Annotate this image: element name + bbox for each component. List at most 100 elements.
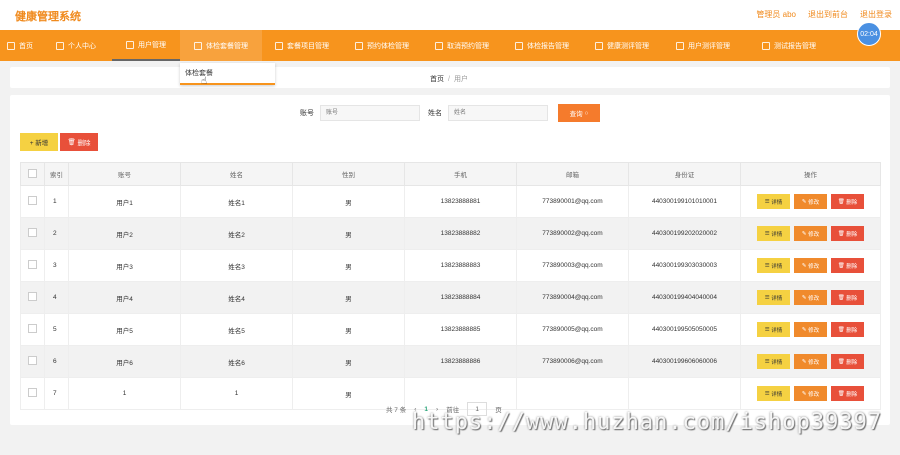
cell-phone: 13823888883 (404, 249, 517, 282)
account-label: 账号 (300, 110, 314, 117)
pencil-icon: ✎ (801, 230, 807, 237)
row-checkbox[interactable] (28, 228, 37, 237)
nav-home[interactable]: 首页 (0, 30, 40, 61)
edit-button[interactable]: ✎ 修改 (794, 354, 827, 369)
row-checkbox[interactable] (28, 324, 37, 333)
nav-report-manage[interactable]: 体检报告管理 (502, 30, 582, 61)
table-row: 5 用户5 姓名5 男 13823888885 773890005@qq.com… (20, 313, 881, 346)
cell-email: 773890001@qq.com (516, 185, 629, 218)
cell-phone: 13823888884 (404, 281, 517, 314)
detail-icon: ☰ (764, 294, 770, 301)
cell-email: 773890006@qq.com (516, 345, 629, 378)
edit-button[interactable]: ✎ 修改 (794, 258, 827, 273)
detail-button[interactable]: ☰ 详情 (757, 354, 790, 369)
nav-package-item-manage[interactable]: 套餐项目管理 (262, 30, 342, 61)
edit-button[interactable]: ✎ 修改 (794, 386, 827, 401)
pencil-icon: ✎ (801, 326, 807, 333)
cell-phone: 13823888881 (404, 185, 517, 218)
trash-icon: 🗑 (837, 326, 845, 333)
detail-icon: ☰ (764, 262, 770, 269)
delete-button[interactable]: 🗑 删除 (831, 386, 864, 401)
list-icon (275, 41, 283, 50)
breadcrumb-home[interactable]: 首页 (430, 76, 444, 83)
pager-total: 共 7 条 (386, 407, 407, 414)
delete-button[interactable]: 🗑 删除 (831, 226, 864, 241)
row-checkbox[interactable] (28, 388, 37, 397)
trash-icon: 🗑 (837, 390, 845, 397)
add-button[interactable]: + 新增 (20, 133, 58, 151)
cell-gender: 男 (292, 217, 405, 250)
cell-index: 6 (44, 345, 69, 378)
row-checkbox[interactable] (28, 260, 37, 269)
search-icon: ○ (584, 109, 589, 117)
cell-account: 用户3 (68, 249, 181, 282)
row-checkbox[interactable] (28, 196, 37, 205)
breadcrumb-current: 用户 (453, 76, 468, 83)
detail-button[interactable]: ☰ 详情 (757, 226, 790, 241)
name-search-input[interactable] (448, 105, 548, 121)
table-row: 6 用户6 姓名6 男 13823888886 773890006@qq.com… (20, 345, 881, 378)
package-icon (194, 41, 202, 50)
delete-button[interactable]: 🗑 删除 (831, 194, 864, 209)
trash-icon: 🗑 (67, 139, 76, 146)
trash-icon: 🗑 (837, 358, 845, 365)
logout-link[interactable]: 退出登录 (860, 9, 892, 20)
cell-name: 1 (180, 377, 293, 410)
table-header: 索引 账号 姓名 性别 手机 邮箱 身份证 操作 (20, 162, 881, 186)
detail-button[interactable]: ☰ 详情 (757, 258, 790, 273)
main-nav: 首页 个人中心 用户管理 体检套餐管理 套餐项目管理 预约体检管理 取消预约管理… (0, 30, 900, 61)
delete-button[interactable]: 🗑 删除 (831, 322, 864, 337)
nav-cancel-booking-manage[interactable]: 取消预约管理 (422, 30, 502, 61)
nav-package-manage[interactable]: 体检套餐管理 (180, 30, 262, 61)
nav-profile[interactable]: 个人中心 (40, 30, 112, 61)
trash-icon: 🗑 (837, 198, 845, 205)
nav-test-report-manage[interactable]: 测试报告管理 (744, 30, 834, 61)
delete-button[interactable]: 🗑 删除 (831, 290, 864, 305)
top-links: 管理员 abo 退出到前台 退出登录 (756, 9, 892, 20)
delete-button[interactable]: 🗑 删除 (831, 354, 864, 369)
cell-email: 773890004@qq.com (516, 281, 629, 314)
nav-dropdown-package[interactable]: 体检套餐 (180, 63, 275, 85)
nav-assessment-manage[interactable]: 健康测评管理 (582, 30, 662, 61)
document-icon (762, 41, 770, 50)
trash-icon: 🗑 (837, 230, 845, 237)
header-id-card: 身份证 (628, 162, 741, 186)
cell-id-card: 440300199202020002 (628, 217, 741, 250)
cell-index: 2 (44, 217, 69, 250)
cell-account: 1 (68, 377, 181, 410)
batch-delete-button[interactable]: 🗑 删除 (60, 133, 98, 151)
nav-user-manage[interactable]: 用户管理 (112, 30, 180, 61)
search-button[interactable]: 查询 ○ (558, 104, 600, 122)
detail-button[interactable]: ☰ 详情 (757, 194, 790, 209)
nav-user-assessment-manage[interactable]: 用户测评管理 (662, 30, 744, 61)
detail-button[interactable]: ☰ 详情 (757, 386, 790, 401)
edit-button[interactable]: ✎ 修改 (794, 226, 827, 241)
nav-booking-manage[interactable]: 预约体检管理 (342, 30, 422, 61)
row-checkbox[interactable] (28, 292, 37, 301)
detail-button[interactable]: ☰ 详情 (757, 290, 790, 305)
account-search-input[interactable] (320, 105, 420, 121)
dropdown-item-package[interactable]: 体检套餐 (185, 68, 213, 78)
cancel-icon (435, 41, 443, 50)
watermark-text: https://www.huzhan.com/ishop39397 (412, 410, 883, 435)
cell-id-card: 440300199101010001 (628, 185, 741, 218)
checkbox[interactable] (28, 168, 37, 178)
detail-icon: ☰ (764, 390, 770, 397)
search-form: 账号 姓名 查询 ○ (300, 104, 600, 122)
row-checkbox[interactable] (28, 356, 37, 365)
cell-id-card: 440300199303030003 (628, 249, 741, 282)
edit-button[interactable]: ✎ 修改 (794, 322, 827, 337)
cell-gender: 男 (292, 281, 405, 314)
cell-account: 用户1 (68, 185, 181, 218)
detail-button[interactable]: ☰ 详情 (757, 322, 790, 337)
edit-button[interactable]: ✎ 修改 (794, 290, 827, 305)
header-index: 索引 (44, 162, 69, 186)
edit-button[interactable]: ✎ 修改 (794, 194, 827, 209)
cell-index: 1 (44, 185, 69, 218)
pencil-icon: ✎ (801, 294, 807, 301)
admin-link[interactable]: 管理员 abo (756, 9, 796, 20)
header-select-all[interactable] (20, 162, 45, 186)
detail-icon: ☰ (764, 358, 770, 365)
delete-button[interactable]: 🗑 删除 (831, 258, 864, 273)
to-frontend-link[interactable]: 退出到前台 (808, 9, 848, 20)
